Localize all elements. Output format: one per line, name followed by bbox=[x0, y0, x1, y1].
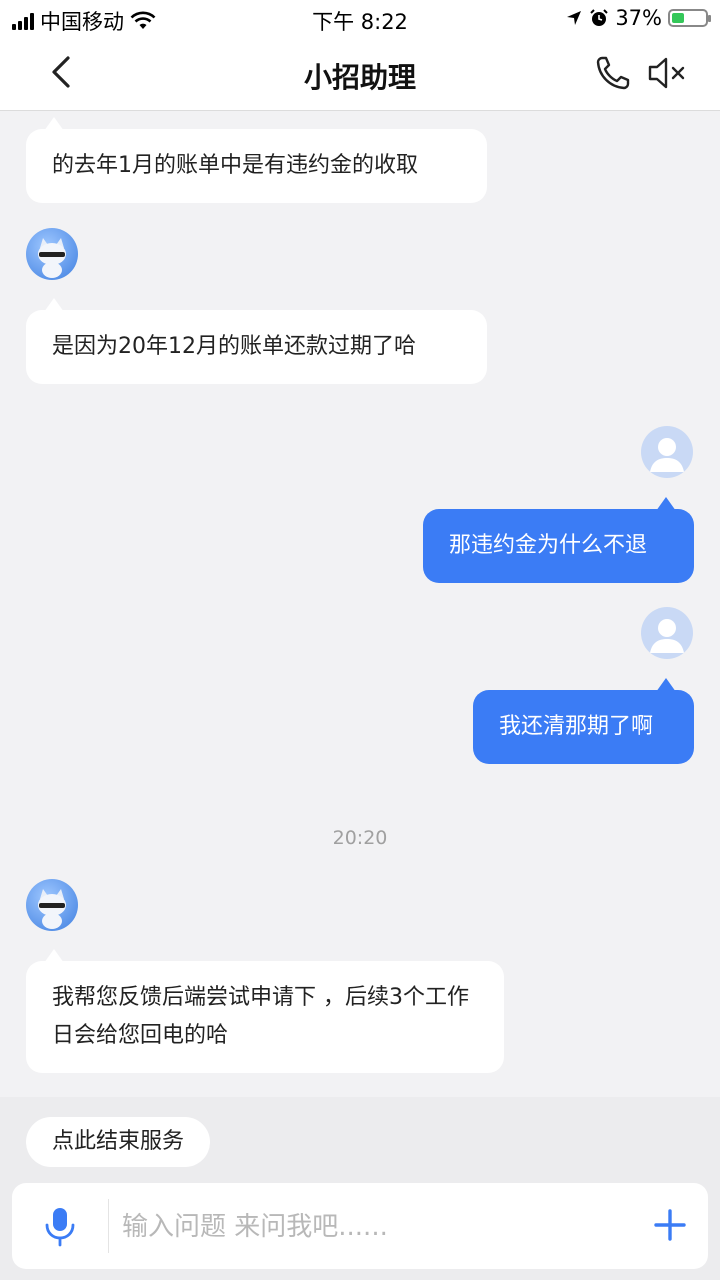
microphone-icon[interactable] bbox=[42, 1205, 78, 1247]
message-bubble-bot: 是因为20年12月的账单还款过期了哈 bbox=[26, 298, 487, 384]
user-silhouette-icon bbox=[650, 619, 684, 653]
input-divider bbox=[108, 1199, 109, 1253]
speaker-mute-icon[interactable] bbox=[646, 54, 688, 92]
message-text: 的去年1月的账单中是有违约金的收取 bbox=[52, 153, 418, 178]
status-bar: 中国移动 下午 8:22 37% bbox=[0, 0, 720, 36]
message-bubble-user: 我还清那期了啊 bbox=[473, 678, 694, 764]
battery-icon bbox=[668, 9, 711, 27]
battery-level bbox=[672, 13, 684, 23]
chat-timestamp: 20:20 bbox=[332, 827, 388, 849]
message-text: 是因为20年12月的账单还款过期了哈 bbox=[52, 334, 416, 359]
cat-robot-icon bbox=[38, 889, 66, 929]
status-right: 37% bbox=[565, 6, 711, 30]
input-bar bbox=[12, 1183, 708, 1269]
message-text: 我还清那期了啊 bbox=[499, 714, 654, 739]
phone-icon[interactable] bbox=[594, 54, 632, 92]
location-icon bbox=[567, 11, 582, 25]
message-bubble-user: 那违约金为什么不退 bbox=[423, 497, 694, 583]
cat-robot-icon bbox=[38, 238, 66, 278]
message-text: 我帮您反馈后端尝试申请下 ，后续3个工作日会给您回电的哈 bbox=[52, 985, 469, 1048]
user-avatar[interactable] bbox=[641, 426, 693, 478]
end-service-button[interactable]: 点此结束服务 bbox=[26, 1117, 211, 1167]
message-bubble-bot: 我帮您反馈后端尝试申请下 ，后续3个工作日会给您回电的哈 bbox=[26, 949, 504, 1073]
bottom-area: 点此结束服务 bbox=[0, 1097, 720, 1280]
navbar: 小招助理 bbox=[0, 36, 720, 111]
message-bubble-bot: 的去年1月的账单中是有违约金的收取 bbox=[26, 117, 487, 203]
alarm-icon bbox=[590, 9, 609, 26]
battery-percent: 37% bbox=[615, 6, 662, 30]
user-avatar[interactable] bbox=[641, 607, 693, 659]
bot-avatar[interactable] bbox=[26, 228, 78, 280]
plus-icon[interactable] bbox=[652, 1207, 688, 1243]
chat-area[interactable]: 的去年1月的账单中是有违约金的收取 是因为20年12月的账单还款过期了哈 那违约… bbox=[0, 112, 720, 1097]
user-silhouette-icon bbox=[650, 438, 684, 472]
bot-avatar[interactable] bbox=[26, 879, 78, 931]
message-input[interactable] bbox=[120, 1201, 644, 1253]
message-text: 那违约金为什么不退 bbox=[449, 533, 648, 558]
